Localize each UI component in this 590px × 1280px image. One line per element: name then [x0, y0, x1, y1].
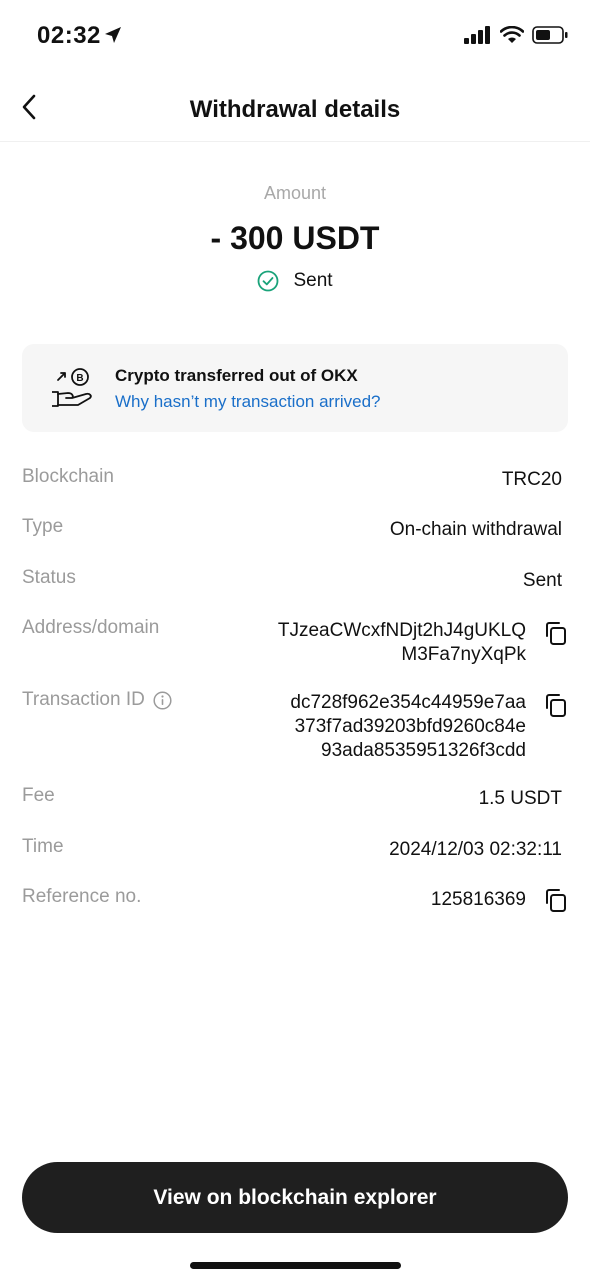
- status-bar: 02:32: [0, 0, 590, 72]
- svg-text:B: B: [76, 373, 83, 384]
- hand-coin-icon: B: [52, 368, 92, 407]
- blockchain-value: TRC20: [501, 469, 562, 490]
- amount-label: Amount: [263, 183, 327, 203]
- address-value: TJzeaCWcxfNDjt2hJ4gUKLQ M3Fa7nyXqPk: [278, 619, 526, 667]
- amount-value: - 300 USDT: [210, 220, 380, 256]
- page-title: Withdrawal details: [189, 96, 401, 123]
- type-value: On-chain withdrawal: [389, 519, 562, 540]
- status-value: Sent: [522, 570, 562, 591]
- status-label: Status: [22, 567, 76, 588]
- card-title: Crypto transferred out of OKX: [115, 366, 358, 385]
- transaction-help-link[interactable]: Why hasn’t my transaction arrived?: [115, 392, 381, 412]
- check-circle-icon: [258, 270, 279, 292]
- address-line-1: TJzeaCWcxfNDjt2hJ4gUKLQ: [277, 620, 526, 641]
- wifi-icon: [500, 26, 524, 43]
- transaction-id-line-1: dc728f962e354c44959e7aa: [290, 692, 526, 713]
- transfer-info-card: B Crypto transferred out of OKX Why hasn…: [22, 344, 568, 432]
- status-icons: [464, 26, 568, 44]
- location-arrow-icon: [105, 27, 121, 43]
- nav-bar: Withdrawal details: [0, 72, 590, 142]
- type-label: Type: [22, 516, 64, 537]
- blockchain-label: Blockchain: [22, 466, 114, 487]
- reference-value: 125816369: [430, 889, 526, 910]
- info-icon[interactable]: [153, 690, 172, 710]
- copy-transaction-id-icon[interactable]: [542, 693, 568, 719]
- battery-icon: [532, 26, 568, 44]
- cellular-signal-icon: [464, 26, 490, 44]
- reference-label: Reference no.: [22, 886, 142, 907]
- transaction-id-label-text: Transaction ID: [22, 689, 145, 710]
- fee-label: Fee: [22, 785, 55, 806]
- status-indicator: Sent: [0, 270, 590, 292]
- address-line-2: M3Fa7nyXqPk: [401, 644, 526, 665]
- transaction-id-value: dc728f962e354c44959e7aa 373f7ad39203bfd9…: [290, 691, 526, 763]
- status-time: 02:32: [37, 22, 101, 49]
- home-indicator: [190, 1262, 401, 1269]
- transaction-id-label: Transaction ID: [22, 689, 172, 711]
- status-text: Sent: [293, 270, 333, 291]
- fee-value: 1.5 USDT: [478, 788, 562, 809]
- transaction-id-line-3: 93ada8535951326f3cdd: [321, 740, 526, 761]
- view-on-blockchain-explorer-button[interactable]: View on blockchain explorer: [22, 1162, 568, 1233]
- copy-reference-icon[interactable]: [542, 888, 568, 914]
- time-label: Time: [22, 836, 64, 857]
- time-value: 2024/12/03 02:32:11: [389, 839, 562, 860]
- copy-address-icon[interactable]: [542, 621, 568, 647]
- address-label: Address/domain: [22, 617, 160, 638]
- transaction-id-line-2: 373f7ad39203bfd9260c84e: [294, 716, 526, 737]
